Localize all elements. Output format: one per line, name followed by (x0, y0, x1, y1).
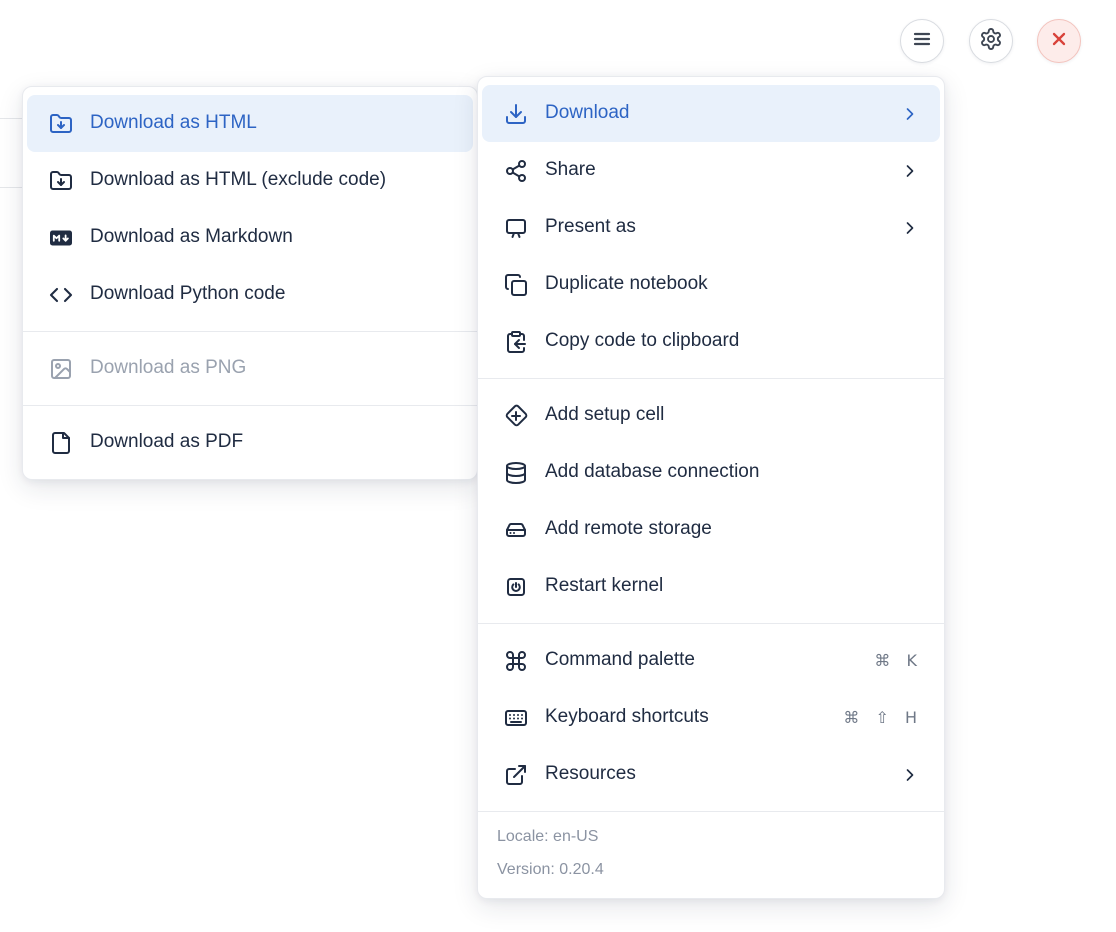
markdown-icon (49, 226, 73, 250)
menu-item-label: Download Python code (90, 283, 453, 307)
presentation-icon (504, 216, 528, 240)
shortcut-hint: ⌘ ⇧ H (843, 708, 920, 727)
chevron-right-icon (900, 161, 920, 181)
menu-item-label: Resources (545, 763, 900, 787)
menu-item-copy-code-to-clipboard[interactable]: Copy code to clipboard (478, 313, 944, 370)
command-icon (504, 649, 528, 673)
menu-item-label: Download (545, 102, 900, 126)
menu-item-label: Download as PNG (90, 357, 453, 381)
menu-item-download-as-pdf[interactable]: Download as PDF (23, 414, 477, 471)
menu-item-add-setup-cell[interactable]: Add setup cell (478, 387, 944, 444)
gear-icon (979, 27, 1003, 56)
menu-separator (478, 623, 944, 624)
close-button[interactable] (1037, 19, 1081, 63)
background-divider (0, 118, 22, 119)
locale-text: Locale: en-US (478, 820, 944, 853)
menu-item-restart-kernel[interactable]: Restart kernel (478, 558, 944, 615)
menu-item-label: Share (545, 159, 900, 183)
menu-item-add-remote-storage[interactable]: Add remote storage (478, 501, 944, 558)
menu-item-label: Download as PDF (90, 431, 453, 455)
chevron-right-icon (900, 104, 920, 124)
diamond-plus-icon (504, 404, 528, 428)
clipboard-copy-icon (504, 330, 528, 354)
menu-item-label: Present as (545, 216, 900, 240)
menu-item-download-as-markdown[interactable]: Download as Markdown (23, 209, 477, 266)
menu-item-present-as[interactable]: Present as (478, 199, 944, 256)
menu-item-label: Add remote storage (545, 518, 920, 542)
menu-item-label: Duplicate notebook (545, 273, 920, 297)
menu-item-label: Copy code to clipboard (545, 330, 920, 354)
download-icon (504, 102, 528, 126)
menu-footer: Locale: en-US Version: 0.20.4 (478, 811, 944, 898)
menu-item-label: Download as HTML (exclude code) (90, 169, 453, 193)
chevron-right-icon (900, 218, 920, 238)
menu-separator (478, 378, 944, 379)
shortcut-hint: ⌘ K (874, 651, 920, 670)
keyboard-icon (504, 706, 528, 730)
menu-item-label: Download as Markdown (90, 226, 453, 250)
database-icon (504, 461, 528, 485)
version-text: Version: 0.20.4 (478, 853, 944, 886)
menu-separator (23, 405, 477, 406)
menu-item-duplicate-notebook[interactable]: Duplicate notebook (478, 256, 944, 313)
menu-item-command-palette[interactable]: Command palette ⌘ K (478, 632, 944, 689)
folder-down-icon (49, 169, 73, 193)
menu-item-download-as-html-exclude-code[interactable]: Download as HTML (exclude code) (23, 152, 477, 209)
close-icon (1047, 27, 1071, 56)
copy-icon (504, 273, 528, 297)
settings-button[interactable] (969, 19, 1013, 63)
hamburger-icon (910, 27, 934, 56)
chevron-right-icon (900, 765, 920, 785)
menu-item-download-as-html[interactable]: Download as HTML (27, 95, 473, 152)
download-submenu: Download as HTML Download as HTML (exclu… (22, 86, 478, 480)
menu-item-keyboard-shortcuts[interactable]: Keyboard shortcuts ⌘ ⇧ H (478, 689, 944, 746)
menu-item-label: Command palette (545, 649, 874, 673)
code-icon (49, 283, 73, 307)
menu-item-resources[interactable]: Resources (478, 746, 944, 803)
external-link-icon (504, 763, 528, 787)
power-icon (504, 575, 528, 599)
menu-separator (23, 331, 477, 332)
folder-down-icon (49, 112, 73, 136)
menu-item-label: Restart kernel (545, 575, 920, 599)
share-icon (504, 159, 528, 183)
menu-item-download-as-png[interactable]: Download as PNG (23, 340, 477, 397)
menu-item-label: Add database connection (545, 461, 920, 485)
background-divider (0, 187, 22, 188)
menu-button[interactable] (900, 19, 944, 63)
menu-item-label: Keyboard shortcuts (545, 706, 843, 730)
menu-item-label: Download as HTML (90, 112, 453, 136)
menu-item-share[interactable]: Share (478, 142, 944, 199)
hard-drive-icon (504, 518, 528, 542)
menu-item-download-python-code[interactable]: Download Python code (23, 266, 477, 323)
image-icon (49, 357, 73, 381)
file-icon (49, 431, 73, 455)
notebook-menu: Download Share Present as Duplicate note… (477, 76, 945, 899)
menu-item-add-database-connection[interactable]: Add database connection (478, 444, 944, 501)
menu-item-download[interactable]: Download (482, 85, 940, 142)
menu-item-label: Add setup cell (545, 404, 920, 428)
